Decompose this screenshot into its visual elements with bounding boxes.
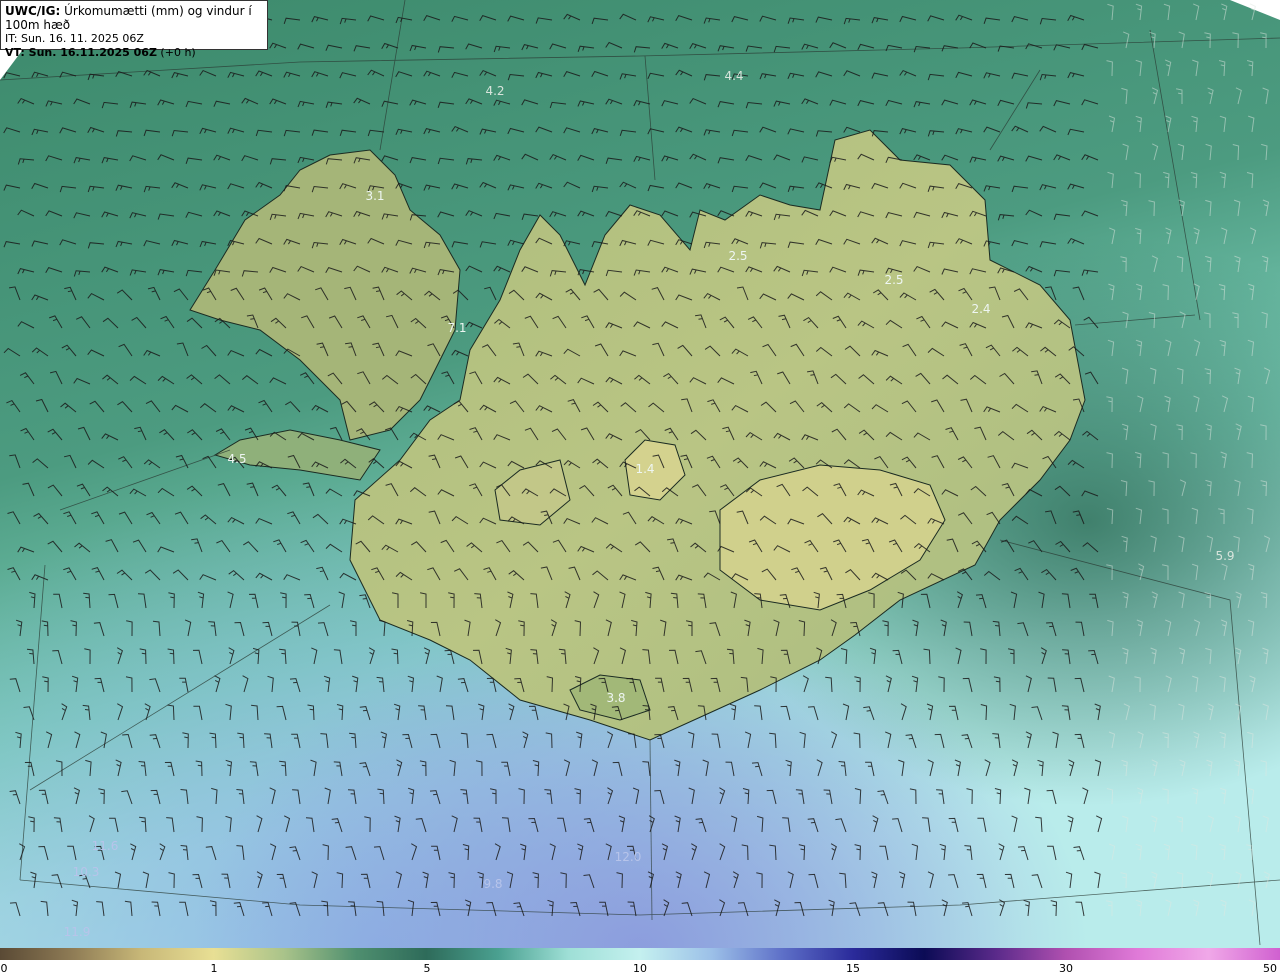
colorbar-tick: 10 — [633, 962, 647, 975]
value-label: 7.1 — [447, 321, 467, 335]
value-label: 4.5 — [227, 452, 247, 466]
valid-time: VT: Sun. 16.11.2025 06Z (+0 h) — [5, 46, 196, 59]
colorbar-gradient — [0, 948, 1280, 960]
value-label: 3.8 — [606, 691, 626, 705]
value-label: 10.3 — [72, 865, 100, 879]
value-label: 5.9 — [1215, 549, 1235, 563]
value-label: 12.0 — [614, 850, 642, 864]
value-label: 3.1 — [365, 189, 385, 203]
value-label: 4.4 — [724, 69, 744, 83]
colorbar-labels: 0 1 5 10 15 30 50 — [0, 960, 1280, 978]
value-label: 11.6 — [91, 839, 119, 853]
value-label: 1.4 — [635, 462, 655, 476]
value-label: 4.2 — [485, 84, 505, 98]
colorbar-tick: 50 — [1263, 962, 1277, 975]
map-area[interactable]: 4.2 4.4 3.1 2.5 2.5 2.4 7.1 4.5 1.4 5.9 … — [0, 0, 1280, 948]
value-label: 2.5 — [884, 273, 904, 287]
colorbar-tick: 15 — [846, 962, 860, 975]
init-time: IT: Sun. 16. 11. 2025 06Z — [5, 32, 144, 45]
colorbar-tick: 30 — [1059, 962, 1073, 975]
map-title: UWC/IG: Úrkomumætti (mm) og vindur í 100… — [5, 4, 252, 32]
value-label: 2.4 — [971, 302, 991, 316]
colorbar-tick: 1 — [210, 962, 218, 975]
colorbar — [0, 948, 1280, 960]
colorbar-tick: 5 — [423, 962, 431, 975]
value-label: 9.8 — [483, 877, 503, 891]
colorbar-tick: 0 — [0, 962, 8, 975]
map-title-box: UWC/IG: Úrkomumætti (mm) og vindur í 100… — [0, 0, 268, 59]
value-label: 11.9 — [63, 925, 91, 939]
value-label: 2.5 — [728, 249, 748, 263]
